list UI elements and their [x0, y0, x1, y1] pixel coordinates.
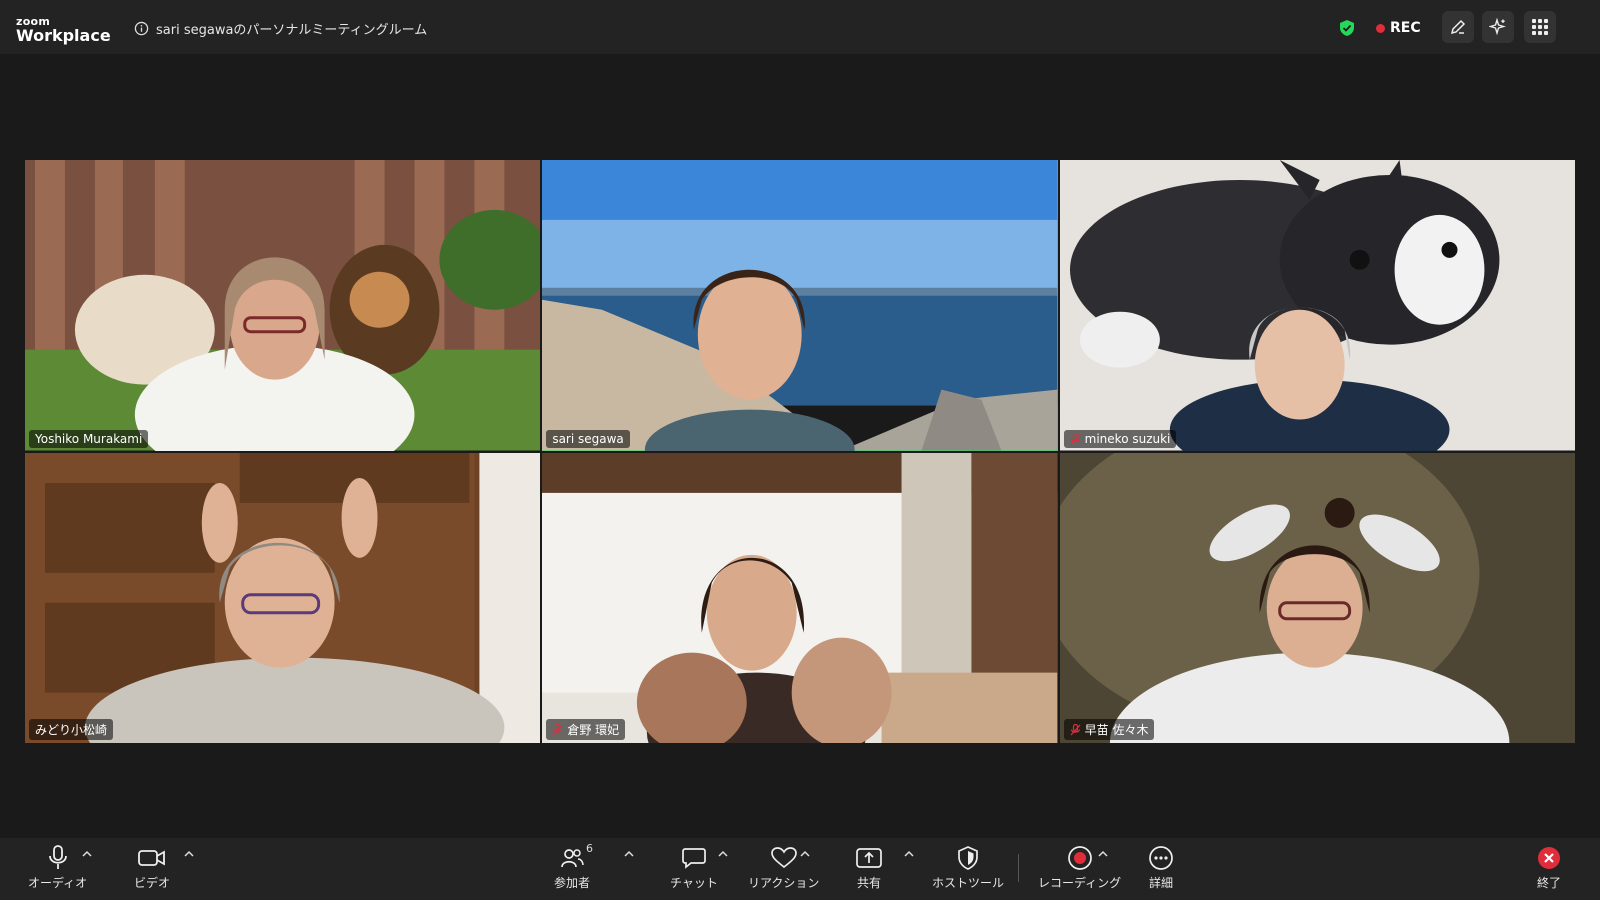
info-icon[interactable] — [134, 21, 149, 36]
close-circle-icon — [1538, 847, 1560, 869]
ai-companion-button[interactable] — [1482, 11, 1514, 43]
logo-workplace-text: Workplace — [16, 26, 111, 45]
video-tile-midori-komatsuzaki[interactable]: みどり小松崎 — [25, 452, 541, 743]
chat-bubble-icon — [682, 848, 706, 869]
video-feed — [25, 160, 541, 451]
top-bar: zoom Workplace sari segawaのパーソナルミーティングルー… — [0, 0, 1600, 54]
participant-name-tag: 早苗 佐々木 — [1063, 719, 1155, 740]
heart-icon — [770, 847, 797, 869]
zoom-workplace-logo: zoom Workplace — [16, 16, 111, 44]
record-icon — [1067, 846, 1092, 870]
chat-button[interactable]: チャット — [670, 844, 718, 896]
participant-name-tag: 倉野 環妃 — [546, 719, 626, 740]
toolbar-separator — [1018, 854, 1019, 882]
rec-dot — [1376, 23, 1385, 33]
camera-icon — [138, 850, 165, 866]
mic-muted-icon — [1070, 432, 1081, 444]
participant-name-tag: sari segawa — [546, 429, 630, 448]
meeting-title: sari segawaのパーソナルミーティングルーム — [156, 23, 428, 38]
share-up-icon — [856, 848, 882, 868]
video-tile-sanae-sasaki[interactable]: 早苗 佐々木 — [1059, 452, 1575, 743]
more-button[interactable]: 詳細 — [1148, 844, 1174, 896]
chat-label: チャット — [670, 876, 718, 890]
view-menu-button[interactable] — [1524, 11, 1556, 43]
video-gallery: Yoshiko Murakami sari segawa mineko suzu… — [25, 160, 1575, 743]
reactions-label: リアクション — [748, 876, 820, 890]
participant-name: Yoshiko Murakami — [35, 431, 143, 446]
caret-up-icon[interactable] — [82, 850, 92, 858]
caret-up-icon[interactable] — [718, 850, 728, 858]
caret-up-icon[interactable] — [184, 850, 194, 858]
recording-button[interactable]: レコーディング — [1038, 844, 1121, 896]
microphone-icon — [48, 845, 67, 869]
shield-check-icon[interactable] — [1338, 19, 1356, 37]
participants-button[interactable]: 6 参加者 — [554, 842, 593, 896]
video-button[interactable]: ビデオ — [134, 844, 170, 896]
recording-indicator[interactable]: REC — [1376, 20, 1421, 36]
caret-up-icon[interactable] — [1098, 850, 1108, 858]
mic-muted-icon — [1070, 723, 1081, 735]
ellipsis-icon — [1149, 846, 1173, 870]
caret-up-icon[interactable] — [800, 850, 810, 858]
video-feed — [1059, 452, 1575, 743]
video-feed — [25, 452, 541, 743]
caret-up-icon[interactable] — [624, 850, 634, 858]
video-feed — [542, 452, 1058, 743]
audio-button[interactable]: オーディオ — [28, 844, 87, 896]
video-tile-mineko-suzuki[interactable]: mineko suzuki — [1059, 160, 1575, 451]
host-tools-button[interactable]: ホストツール — [932, 844, 1004, 896]
pen-icon — [1450, 19, 1466, 35]
video-label: ビデオ — [134, 876, 171, 890]
share-button[interactable]: 共有 — [856, 844, 882, 896]
participant-name-tag: Yoshiko Murakami — [29, 429, 149, 448]
end-meeting-button[interactable]: 終了 — [1536, 844, 1562, 896]
video-tile-sari-segawa[interactable]: sari segawa — [542, 160, 1058, 451]
participants-label: 参加者 — [554, 876, 591, 890]
shield-icon — [958, 846, 978, 870]
participant-name-tag: mineko suzuki — [1063, 429, 1177, 448]
participant-name: sari segawa — [552, 431, 624, 446]
end-label: 終了 — [1536, 876, 1561, 890]
annotate-button[interactable] — [1442, 11, 1474, 43]
people-icon — [561, 849, 584, 868]
mic-muted-icon — [552, 723, 563, 735]
video-feed — [1059, 160, 1575, 451]
meeting-info[interactable]: sari segawaのパーソナルミーティングルーム — [134, 19, 427, 38]
video-tile-kurano-tamaki[interactable]: 倉野 環妃 — [542, 452, 1058, 743]
participant-name: みどり小松崎 — [35, 723, 108, 737]
participant-name: 早苗 佐々木 — [1084, 723, 1149, 737]
video-tile-yoshiko-murakami[interactable]: Yoshiko Murakami — [25, 160, 541, 451]
participant-name: 倉野 環妃 — [567, 723, 620, 737]
participant-name-tag: みどり小松崎 — [29, 719, 114, 740]
participant-count: 6 — [586, 842, 593, 855]
grid-icon — [1532, 19, 1548, 35]
meeting-controls-bar: オーディオ ビデオ 6 参加者 チャット リアクション 共有 ホストツール レコ… — [0, 838, 1600, 900]
caret-up-icon[interactable] — [904, 850, 914, 858]
video-feed — [542, 160, 1058, 451]
recording-label: レコーディング — [1038, 876, 1122, 890]
audio-label: オーディオ — [28, 876, 88, 890]
more-label: 詳細 — [1148, 876, 1173, 890]
host-tools-label: ホストツール — [932, 876, 1005, 890]
share-label: 共有 — [856, 876, 881, 890]
rec-label: REC — [1390, 20, 1421, 36]
sparkle-icon — [1489, 18, 1506, 36]
participant-name: mineko suzuki — [1084, 431, 1171, 446]
